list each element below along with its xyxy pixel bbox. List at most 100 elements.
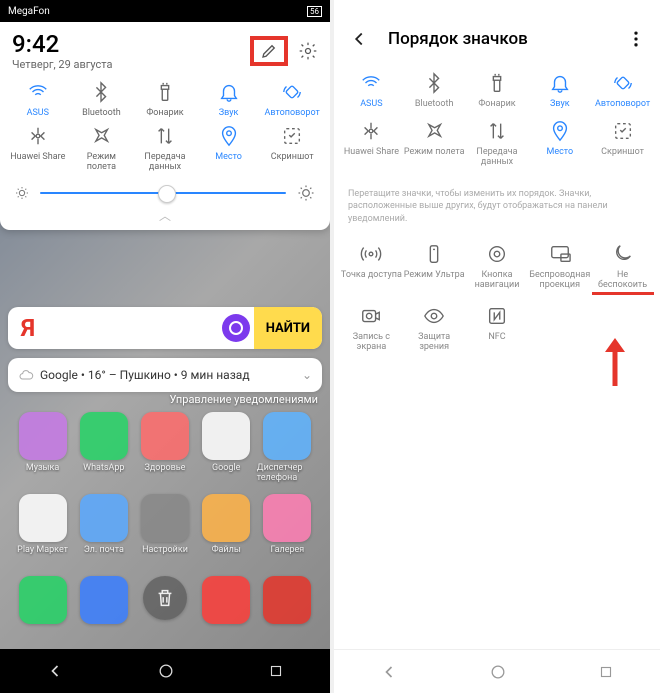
more-icon[interactable] [626,29,646,49]
qs-label: Режим полета [71,153,131,173]
qs-toggle-rotate[interactable]: Автоповорот [591,68,654,112]
airplane-icon [90,123,112,149]
sun-low-icon [14,185,30,201]
qs-label: Режим полета [404,148,465,158]
app-icon[interactable] [12,576,73,627]
app-icon[interactable]: Музыка [12,412,73,483]
app-label: Настройки [142,545,188,555]
qs-toggle-wifi[interactable]: ASUS [6,79,70,119]
qs-toggle-airplane[interactable]: Режим полета [70,123,134,173]
qs-toggle-ultra[interactable]: Режим Ультра [403,239,466,297]
cloud-icon [18,367,34,383]
weather-text: Google • 16° – Пушкино • 9 мин назад [40,368,250,382]
app-label: Галерея [271,545,305,555]
qs-toggle-eye[interactable]: Защита зрения [403,301,466,355]
qs-toggle-rotate[interactable]: Автоповорот [260,79,324,119]
app-icon[interactable] [257,576,318,627]
manage-notifications-link[interactable]: Управление уведомлениями [170,393,318,406]
qs-label: Bluetooth [415,100,454,110]
alice-icon[interactable] [222,314,250,342]
qs-toggle-location[interactable]: Место [197,123,261,173]
app-icon[interactable]: Диспетчер телефона [257,412,318,483]
nav-recent-icon[interactable] [267,662,285,680]
app-icon[interactable]: Google [196,412,257,483]
app-label: Google [212,463,240,473]
app-icon[interactable]: Файлы [196,494,257,555]
qs-toggle-flashlight[interactable]: Фонарик [133,79,197,119]
back-icon[interactable] [348,28,370,50]
flashlight-icon [486,70,508,96]
app-icon[interactable]: Галерея [257,494,318,555]
app-icon[interactable]: Здоровье [134,412,195,483]
nav-back-icon[interactable] [379,662,399,682]
app-icon[interactable] [134,576,195,627]
weather-card[interactable]: Google • 16° – Пушкино • 9 мин назад ⌄ [8,358,322,392]
find-button[interactable]: НАЙТИ [254,307,322,349]
mobiledata-icon [486,118,508,144]
app-icon[interactable]: Эл. почта [73,494,134,555]
qs-toggle-wifi[interactable]: ASUS [340,68,403,112]
dnd-icon [612,241,634,267]
qs-toggle-bell[interactable]: Звук [528,68,591,112]
qs-toggle-dnd[interactable]: Не беспокоить [591,239,654,297]
qs-toggle-mobiledata[interactable]: Передача данных [466,116,529,170]
app-tile [141,494,189,542]
qs-label: Скриншот [601,148,644,158]
qs-label: Точка доступа [341,271,402,281]
app-icon[interactable]: Настройки [134,494,195,555]
app-icon[interactable] [73,576,134,627]
gear-icon[interactable] [298,41,318,61]
yandex-search-card[interactable]: Я НАЙТИ [8,307,322,349]
app-label: Музыка [26,463,59,473]
edit-button-highlighted[interactable] [250,36,288,66]
qs-toggle-airplane[interactable]: Режим полета [403,116,466,170]
clock-time: 9:42 [12,30,112,58]
qs-toggle-flashlight[interactable]: Фонарик [466,68,529,112]
qs-label: Кнопка навигации [466,271,528,291]
qs-toggle-hotspot[interactable]: Точка доступа [340,239,403,297]
qs-toggle-bluetooth[interactable]: Bluetooth [403,68,466,112]
airplane-icon [423,118,445,144]
qs-toggle-bell[interactable]: Звук [197,79,261,119]
qs-toggle-huaweishare[interactable]: Huawei Share [340,116,403,170]
nav-home-icon[interactable] [488,662,508,682]
qs-toggle-record[interactable]: Запись с экрана [340,301,403,355]
nfc-icon [486,303,508,329]
qs-label: Место [215,153,242,163]
qs-label: Передача данных [135,153,195,173]
wifi-icon [27,79,49,105]
qs-toggle-cast[interactable]: Беспроводная проекция [528,239,591,297]
qs-label: Передача данных [466,148,528,168]
rotate-icon [281,79,303,105]
nav-home-icon[interactable] [156,661,176,681]
bluetooth-icon [423,70,445,96]
app-icon[interactable] [196,576,257,627]
qs-label: Автоповорот [595,100,650,110]
qs-toggle-huaweishare[interactable]: Huawei Share [6,123,70,173]
carrier-label: MegaFon [8,6,50,17]
nav-back-icon[interactable] [45,661,65,681]
huaweishare-icon [360,118,382,144]
app-label: Диспетчер телефона [257,463,318,483]
qs-toggle-nfc[interactable]: NFC [466,301,529,355]
app-tile [80,494,128,542]
qs-label: Режим Ультра [404,271,465,281]
wifi-status-icon [292,5,304,17]
hotspot-icon [360,241,382,267]
qs-label: Звук [219,109,239,119]
app-tile [202,576,250,624]
qs-toggle-screenshot[interactable]: Скриншот [591,116,654,170]
qs-label: Фонарик [146,109,183,119]
app-icon[interactable]: WhatsApp [73,412,134,483]
wifi-icon [360,70,382,96]
qs-toggle-screenshot[interactable]: Скриншот [260,123,324,173]
qs-toggle-navbutton[interactable]: Кнопка навигации [466,239,529,297]
qs-label: Huawei Share [344,148,399,158]
chevron-up-icon[interactable]: ︿ [0,207,330,224]
qs-toggle-location[interactable]: Место [528,116,591,170]
qs-toggle-mobiledata[interactable]: Передача данных [133,123,197,173]
app-icon[interactable]: Play Маркет [12,494,73,555]
qs-toggle-bluetooth[interactable]: Bluetooth [70,79,134,119]
brightness-slider[interactable] [0,181,330,207]
nav-recent-icon[interactable] [597,663,615,681]
